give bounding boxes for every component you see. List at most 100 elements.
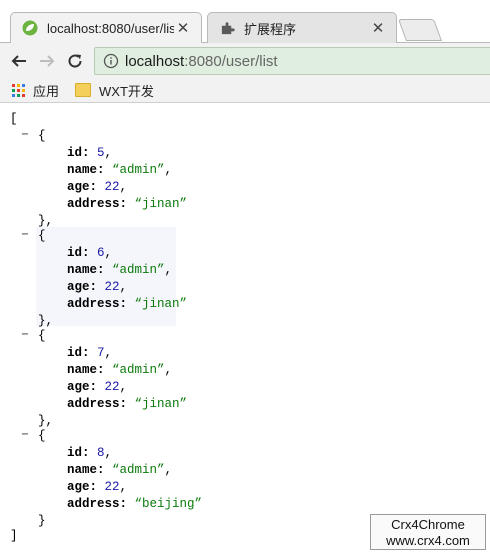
collapse-toggle[interactable]: − — [20, 428, 30, 442]
comma: , — [119, 480, 128, 494]
value-age: 22 — [104, 380, 120, 394]
spring-leaf-icon — [21, 19, 39, 37]
bookmark-label: 应用 — [33, 83, 60, 99]
value-age: 22 — [104, 280, 120, 294]
comma: , — [164, 463, 173, 477]
key-id: id: — [67, 446, 90, 460]
comma: , — [104, 246, 113, 260]
key-id: id: — [67, 346, 90, 360]
close-tab-icon[interactable]: ✕ — [174, 19, 192, 37]
key-name: name: — [67, 363, 105, 377]
json-row-age: age: 22, — [67, 479, 127, 496]
comma: , — [164, 263, 173, 277]
address-bar[interactable]: localhost:8080/user/list — [94, 47, 490, 75]
puzzle-piece-icon — [218, 19, 236, 37]
bookmarks-bar: 应用 WXT开发 — [0, 78, 490, 103]
json-row-age: age: 22, — [67, 279, 127, 296]
tab-extensions[interactable]: 扩展程序 ✕ — [207, 12, 397, 43]
json-row-name: name: “admin”, — [67, 462, 172, 479]
comma: , — [164, 163, 173, 177]
json-row-id: id: 7, — [67, 345, 112, 362]
tab-title: localhost:8080/user/list — [47, 20, 174, 36]
comma: , — [119, 280, 128, 294]
forward-arrow-icon[interactable] — [35, 49, 59, 73]
json-row-address: address: “jinan” — [67, 396, 187, 413]
watermark-line-2: www.crx4.com — [386, 533, 470, 548]
json-row-address: address: “beijing” — [67, 496, 202, 513]
collapse-toggle[interactable]: − — [20, 228, 30, 242]
json-row-age: age: 22, — [67, 179, 127, 196]
url-text: localhost:8080/user/list — [125, 53, 278, 70]
tab-user-list[interactable]: localhost:8080/user/list ✕ — [10, 12, 202, 43]
value-address: “beijing” — [134, 497, 203, 511]
open-brace: { — [38, 429, 46, 443]
close-tab-icon[interactable]: ✕ — [369, 19, 387, 37]
json-row-address: address: “jinan” — [67, 196, 187, 213]
value-name: “admin” — [112, 363, 165, 377]
json-row-name: name: “admin”, — [67, 262, 172, 279]
json-row-id: id: 5, — [67, 145, 112, 162]
watermark: Crx4Chrome www.crx4.com — [370, 514, 486, 550]
bookmark-wxt[interactable]: WXT开发 — [75, 81, 154, 100]
key-name: name: — [67, 263, 105, 277]
tab-strip: localhost:8080/user/list ✕ 扩展程序 ✕ — [0, 0, 490, 43]
collapse-toggle[interactable]: − — [20, 328, 30, 342]
value-name: “admin” — [112, 163, 165, 177]
open-bracket: [ — [10, 112, 18, 126]
value-address: “jinan” — [134, 397, 188, 411]
value-age: 22 — [104, 480, 120, 494]
value-name: “admin” — [112, 463, 165, 477]
value-name: “admin” — [112, 263, 165, 277]
comma: , — [164, 363, 173, 377]
json-row-address: address: “jinan” — [67, 296, 187, 313]
back-arrow-icon[interactable] — [7, 49, 31, 73]
key-address: address: — [67, 497, 128, 511]
url-path: :8080/user/list — [184, 52, 278, 70]
open-brace: { — [38, 129, 46, 143]
key-age: age: — [67, 380, 98, 394]
value-id: 5 — [97, 146, 105, 160]
json-row-id: id: 8, — [67, 445, 112, 462]
folder-icon — [75, 83, 92, 97]
value-address: “jinan” — [134, 197, 188, 211]
value-address: “jinan” — [134, 297, 188, 311]
key-id: id: — [67, 146, 90, 160]
json-row-name: name: “admin”, — [67, 362, 172, 379]
bookmark-apps[interactable]: 应用 — [12, 81, 59, 100]
key-address: address: — [67, 297, 128, 311]
value-id: 8 — [97, 446, 105, 460]
url-host: localhost — [125, 52, 185, 70]
new-tab-button[interactable] — [397, 19, 443, 41]
comma: , — [104, 146, 113, 160]
key-age: age: — [67, 180, 98, 194]
comma: , — [119, 180, 128, 194]
value-id: 7 — [97, 346, 105, 360]
comma: , — [104, 346, 113, 360]
key-address: address: — [67, 397, 128, 411]
json-row-name: name: “admin”, — [67, 162, 172, 179]
key-address: address: — [67, 197, 128, 211]
value-age: 22 — [104, 180, 120, 194]
comma: , — [119, 380, 128, 394]
key-age: age: — [67, 280, 98, 294]
json-row-age: age: 22, — [67, 379, 127, 396]
key-name: name: — [67, 463, 105, 477]
collapse-toggle[interactable]: − — [20, 128, 30, 142]
open-brace: { — [38, 229, 46, 243]
reload-icon[interactable] — [63, 49, 87, 73]
apps-grid-icon — [12, 83, 25, 97]
close-brace: } — [38, 514, 46, 528]
watermark-line-1: Crx4Chrome — [391, 517, 465, 532]
comma: , — [104, 446, 113, 460]
value-id: 6 — [97, 246, 105, 260]
info-icon[interactable] — [103, 53, 119, 69]
bookmark-label: WXT开发 — [99, 83, 154, 99]
json-row-id: id: 6, — [67, 245, 112, 262]
tab-title: 扩展程序 — [244, 21, 297, 37]
key-name: name: — [67, 163, 105, 177]
toolbar: localhost:8080/user/list — [0, 42, 490, 79]
key-age: age: — [67, 480, 98, 494]
key-id: id: — [67, 246, 90, 260]
close-bracket: ] — [10, 529, 18, 543]
open-brace: { — [38, 329, 46, 343]
